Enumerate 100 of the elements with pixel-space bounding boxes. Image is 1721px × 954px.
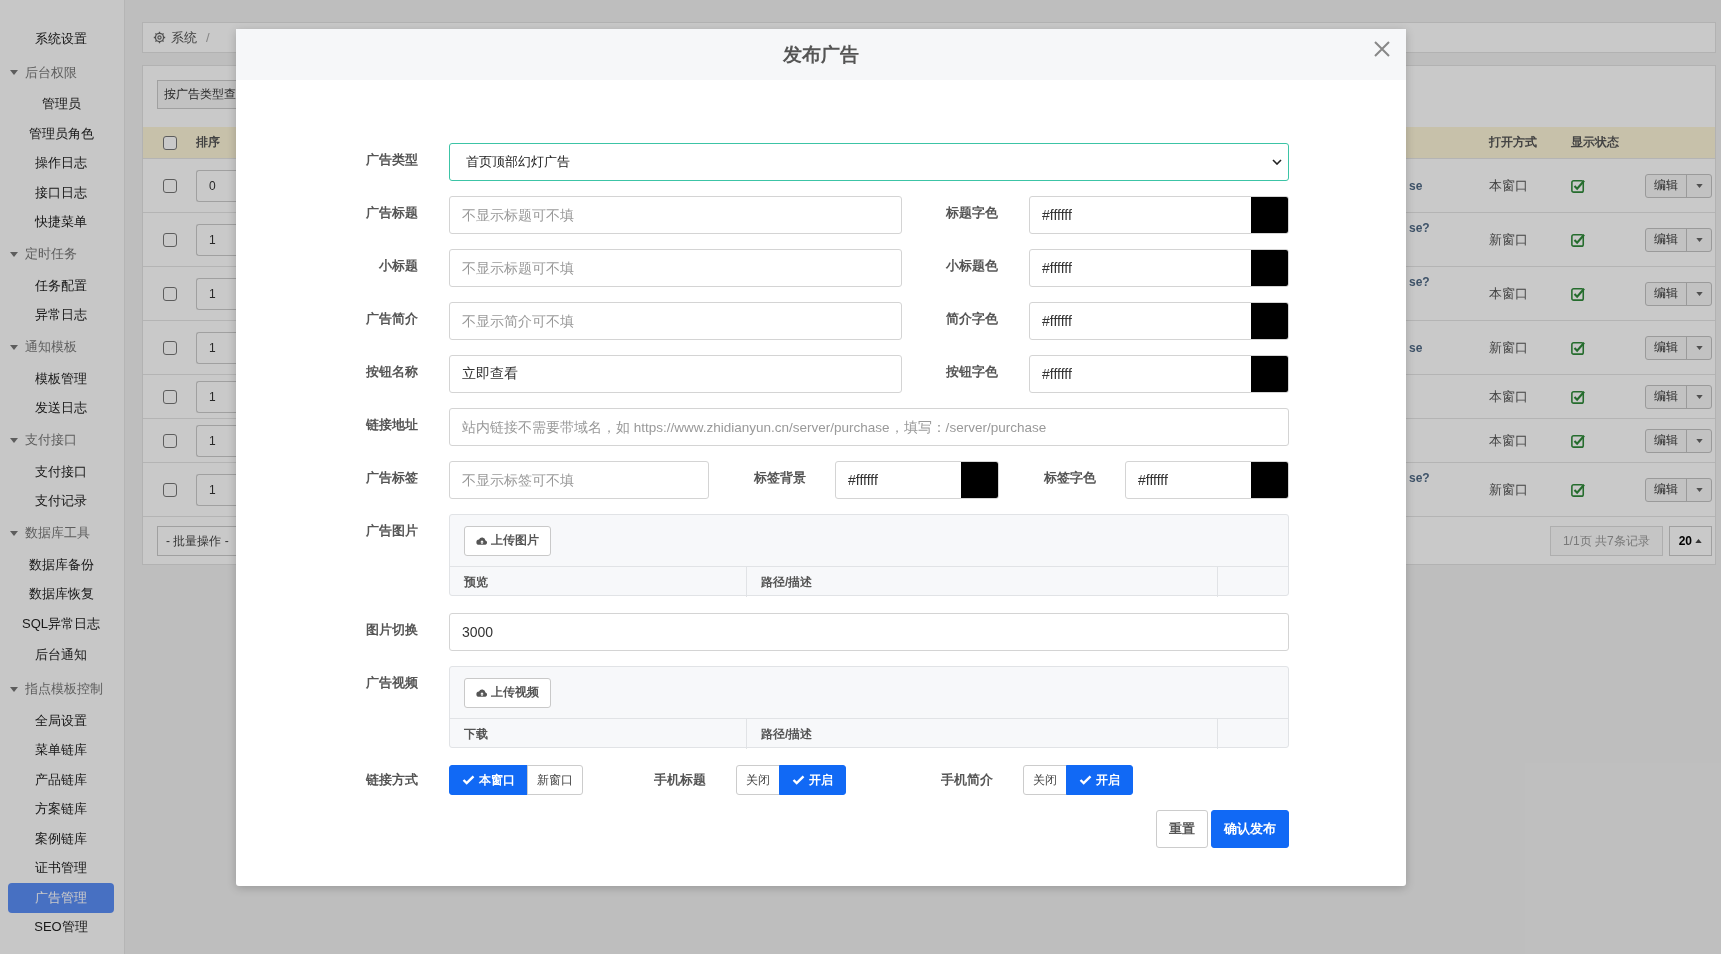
filter-button[interactable]: 按广告类型查 <box>157 80 236 109</box>
field-label: 按钮名称 <box>365 363 418 381</box>
edit-button[interactable]: 编辑 <box>1646 282 1687 305</box>
field-label: 标签字色 <box>1043 469 1096 487</box>
checkbox[interactable] <box>162 178 177 193</box>
chevron-down-icon <box>1272 159 1282 165</box>
color-field[interactable]: #ffffff <box>1029 196 1289 234</box>
toggle-option[interactable]: 关闭 <box>736 765 780 795</box>
sidebar-item[interactable]: 数据库恢复 <box>8 579 114 609</box>
color-swatch[interactable] <box>961 462 998 498</box>
edit-button[interactable]: 编辑 <box>1646 228 1687 251</box>
primary-button[interactable]: 确认发布 <box>1211 810 1289 848</box>
check-icon <box>1079 775 1092 785</box>
sidebar-item[interactable]: 全局设置 <box>8 706 114 736</box>
field-label: 按钮字色 <box>945 363 998 381</box>
table-cell-text: se <box>1408 179 1423 193</box>
field-label: 手机标题 <box>653 771 706 789</box>
toggle-option[interactable]: 开启 <box>1066 765 1133 795</box>
sidebar-item[interactable]: 证书管理 <box>8 853 114 883</box>
color-field[interactable]: #ffffff <box>1029 355 1289 393</box>
input-field[interactable]: 不显示标签可不填 <box>449 461 709 499</box>
checkbox[interactable] <box>162 135 177 150</box>
toggle-option[interactable]: 新窗口 <box>527 765 583 795</box>
color-swatch[interactable] <box>1251 197 1288 233</box>
color-swatch[interactable] <box>1251 303 1288 339</box>
checkbox[interactable] <box>162 482 177 497</box>
sidebar-item[interactable]: 操作日志 <box>8 148 114 178</box>
table-cell-text: se? <box>1408 471 1430 485</box>
sidebar-group[interactable]: 定时任务 <box>0 239 124 269</box>
color-field[interactable]: #ffffff <box>1029 249 1289 287</box>
page-info: 1/1页 共7条记录 <box>1549 526 1663 556</box>
close-button[interactable] <box>1372 39 1392 59</box>
field-label: 链接地址 <box>364 416 418 434</box>
page-size-button[interactable]: 20 <box>1668 526 1712 556</box>
checkbox[interactable] <box>162 340 177 355</box>
sidebar-item[interactable]: 支付接口 <box>8 457 114 487</box>
sidebar-item[interactable]: 管理员 <box>8 89 114 119</box>
sidebar-item[interactable]: 案例链库 <box>8 824 114 854</box>
color-swatch[interactable] <box>1251 462 1288 498</box>
input-field[interactable]: 不显示标题可不填 <box>449 196 902 234</box>
column-header: 预览 <box>450 567 747 597</box>
sidebar-item[interactable]: 管理员角色 <box>8 119 114 149</box>
sidebar-group[interactable]: 数据库工具 <box>0 518 124 548</box>
sidebar-item[interactable]: 方案链库 <box>8 794 114 824</box>
upload-button[interactable]: 上传图片 <box>464 525 551 556</box>
sidebar-item[interactable]: SEO管理 <box>8 912 114 942</box>
column-header: 路径/描述 <box>747 719 1218 749</box>
upload-button[interactable]: 上传视频 <box>464 677 551 708</box>
edit-button[interactable]: 编辑 <box>1646 336 1687 359</box>
color-field[interactable]: #ffffff <box>1125 461 1289 499</box>
batch-select[interactable]: - 批量操作 - <box>157 526 236 556</box>
sidebar-item[interactable]: 模板管理 <box>8 364 114 394</box>
field-label: 广告简介 <box>365 310 418 328</box>
sidebar-item[interactable]: 异常日志 <box>8 300 114 330</box>
color-field[interactable]: #ffffff <box>835 461 999 499</box>
input-field[interactable]: 3000 <box>449 613 1289 651</box>
sidebar-item[interactable]: 快捷菜单 <box>8 207 114 237</box>
field-label: 广告标签 <box>365 469 418 487</box>
field-label: 简介字色 <box>945 310 998 328</box>
input-field[interactable]: 不显示标题可不填 <box>449 249 902 287</box>
column-header: 路径/描述 <box>747 567 1218 597</box>
sidebar-group[interactable]: 指点模板控制 <box>0 674 124 704</box>
color-swatch[interactable] <box>1251 250 1288 286</box>
checkbox[interactable] <box>162 389 177 404</box>
input-field[interactable]: 立即查看 <box>449 355 902 393</box>
sidebar-group[interactable]: 后台权限 <box>0 57 124 88</box>
select-field[interactable]: 首页顶部幻灯广告 <box>449 143 1289 181</box>
sidebar-item[interactable]: 产品链库 <box>8 765 114 795</box>
edit-button[interactable]: 编辑 <box>1646 385 1687 408</box>
sidebar-item[interactable]: 发送日志 <box>8 393 114 423</box>
sidebar-group[interactable]: 支付接口 <box>0 425 124 455</box>
breadcrumb-link[interactable]: 系统 <box>171 28 197 47</box>
sidebar-item[interactable]: 任务配置 <box>8 271 114 301</box>
field-label: 标题字色 <box>945 204 998 222</box>
sidebar-item[interactable]: 系统设置 <box>8 24 114 54</box>
check-icon <box>462 775 475 785</box>
edit-button[interactable]: 编辑 <box>1646 429 1687 452</box>
field-label: 小标题 <box>378 257 418 275</box>
color-field[interactable]: #ffffff <box>1029 302 1289 340</box>
sidebar-item[interactable]: 接口日志 <box>8 178 114 208</box>
sidebar-group[interactable]: 通知模板 <box>0 332 124 362</box>
sidebar-item[interactable]: 数据库备份 <box>8 550 114 580</box>
checkbox[interactable] <box>162 232 177 247</box>
color-swatch[interactable] <box>1251 356 1288 392</box>
toggle-option[interactable]: 开启 <box>779 765 846 795</box>
input-field[interactable]: 不显示简介可不填 <box>449 302 902 340</box>
toggle-option[interactable]: 关闭 <box>1023 765 1067 795</box>
sidebar-item[interactable]: 后台通知 <box>8 640 114 670</box>
edit-button[interactable]: 编辑 <box>1646 174 1687 197</box>
field-label: 广告标题 <box>365 204 418 222</box>
checkbox[interactable] <box>162 433 177 448</box>
edit-button[interactable]: 编辑 <box>1646 478 1687 501</box>
toggle-option[interactable]: 本窗口 <box>449 765 528 795</box>
sidebar-item[interactable]: SQL异常日志 <box>8 609 114 639</box>
input-field[interactable]: 站内链接不需要带域名，如 https://www.zhidianyun.cn/server/purchase，填写：/server/purchase <box>449 408 1289 446</box>
sidebar-item[interactable]: 支付记录 <box>8 486 114 516</box>
checkbox[interactable] <box>162 286 177 301</box>
secondary-button[interactable]: 重置 <box>1156 810 1208 848</box>
sidebar-item[interactable]: 菜单链库 <box>8 735 114 765</box>
field-label: 链接方式 <box>364 771 418 789</box>
